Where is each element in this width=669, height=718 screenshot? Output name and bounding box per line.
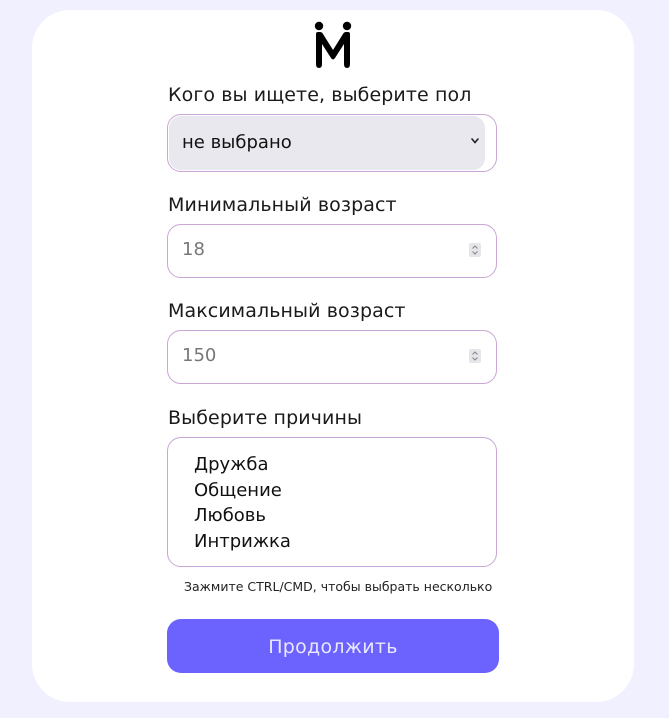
reasons-options: Дружба Общение Любовь Интрижка bbox=[194, 452, 291, 554]
reason-option[interactable]: Дружба bbox=[194, 452, 291, 478]
gender-select-value: не выбрано bbox=[182, 132, 292, 153]
continue-button[interactable]: Продолжить bbox=[167, 619, 499, 673]
max-age-value: 150 bbox=[182, 345, 217, 366]
min-age-value: 18 bbox=[182, 239, 205, 260]
reason-option[interactable]: Общение bbox=[194, 478, 291, 504]
gender-label: Кого вы ищете, выберите пол bbox=[168, 84, 472, 106]
logo-icon bbox=[313, 20, 353, 72]
reason-option[interactable]: Интрижка bbox=[194, 529, 291, 555]
max-age-label: Максимальный возраст bbox=[168, 300, 406, 322]
min-age-input[interactable]: 18 bbox=[167, 224, 497, 278]
reason-option[interactable]: Любовь bbox=[194, 503, 291, 529]
max-age-input[interactable]: 150 bbox=[167, 330, 497, 384]
chevron-down-icon[interactable] bbox=[470, 134, 480, 148]
reasons-hint: Зажмите CTRL/CMD, чтобы выбрать нескольк… bbox=[184, 579, 493, 594]
reasons-label: Выберите причины bbox=[168, 407, 363, 429]
reasons-multiselect[interactable]: Дружба Общение Любовь Интрижка bbox=[167, 437, 497, 567]
gender-select[interactable]: не выбрано bbox=[167, 114, 497, 172]
min-age-label: Минимальный возраст bbox=[168, 194, 397, 216]
spinner-icon[interactable] bbox=[469, 243, 481, 257]
spinner-icon[interactable] bbox=[469, 349, 481, 363]
